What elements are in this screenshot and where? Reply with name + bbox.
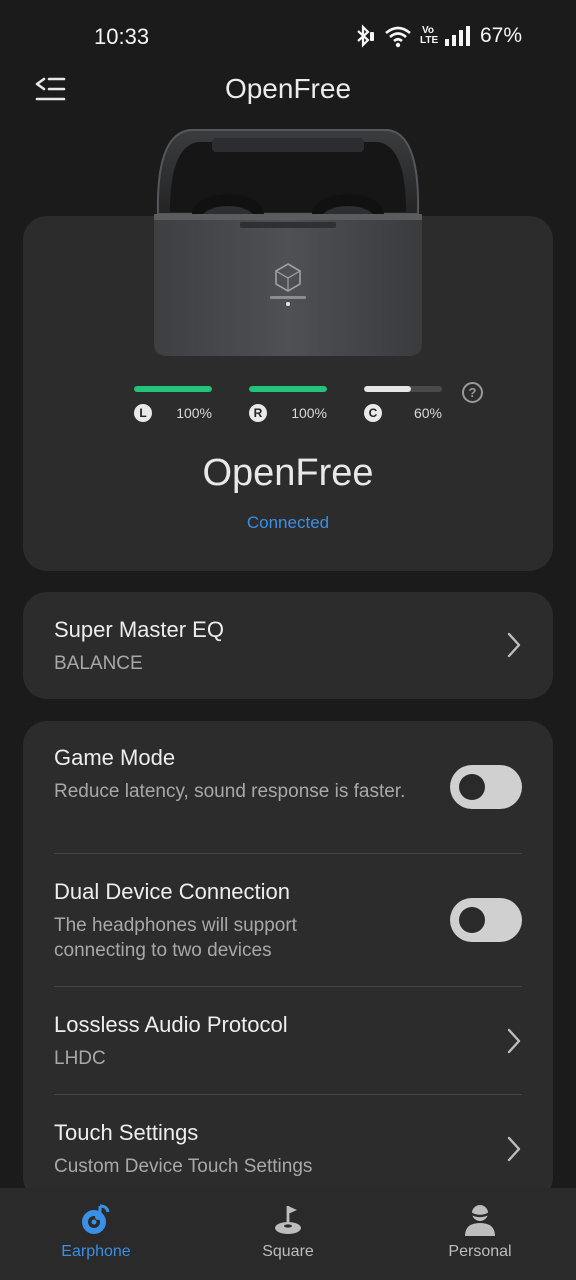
touch-desc: Custom Device Touch Settings <box>54 1156 313 1177</box>
right-earbud-badge: R <box>249 404 267 422</box>
nav-square-label: Square <box>262 1243 314 1260</box>
battery-left: L 100% <box>134 386 212 422</box>
device-name: OpenFree <box>202 452 374 494</box>
touch-settings-row[interactable]: Touch Settings Custom Device Touch Setti… <box>54 1120 522 1179</box>
wifi-icon <box>385 26 411 48</box>
battery-right-fill <box>249 386 327 392</box>
dual-device-toggle[interactable] <box>450 898 522 942</box>
left-earbud-badge: L <box>134 404 152 422</box>
nav-earphone[interactable]: Earphone <box>0 1188 192 1280</box>
square-icon <box>275 1206 301 1234</box>
nav-personal-label: Personal <box>448 1243 512 1260</box>
eq-value: BALANCE <box>54 653 143 674</box>
game-mode-title: Game Mode <box>54 745 176 770</box>
chevron-right-icon <box>507 1028 521 1054</box>
case-badge: C <box>364 404 382 422</box>
chevron-right-icon <box>507 1136 521 1162</box>
battery-case-fill <box>364 386 411 392</box>
lossless-audio-row[interactable]: Lossless Audio Protocol LHDC <box>54 1012 522 1071</box>
settings-card: Game Mode Reduce latency, sound response… <box>23 721 553 1201</box>
divider <box>54 986 522 987</box>
nav-square[interactable]: Square <box>192 1188 384 1280</box>
battery-right: R 100% <box>249 386 327 422</box>
nav-personal[interactable]: Personal <box>384 1188 576 1280</box>
personal-icon <box>465 1205 495 1236</box>
lossless-title: Lossless Audio Protocol <box>54 1012 288 1037</box>
dual-device-row: Dual Device Connection The headphones wi… <box>54 879 522 963</box>
signal-icon <box>444 26 470 46</box>
volte-badge: Vo LTE <box>419 25 439 46</box>
battery-left-fill <box>134 386 212 392</box>
eq-card[interactable]: Super Master EQ BALANCE <box>23 592 553 699</box>
battery-indicators: L 100% R 100% C 60% <box>134 386 494 426</box>
dual-device-title: Dual Device Connection <box>54 879 291 904</box>
battery-percent: 67% <box>479 24 522 47</box>
earbuds-case-image <box>150 126 426 360</box>
earphone-icon <box>82 1204 110 1234</box>
status-time: 10:33 <box>94 24 150 49</box>
battery-case: C 60% <box>364 386 442 422</box>
app-header: OpenFree <box>0 60 576 120</box>
touch-title: Touch Settings <box>54 1120 199 1145</box>
game-mode-toggle[interactable] <box>450 765 522 809</box>
battery-case-percent: 60% <box>413 405 442 421</box>
chevron-right-icon <box>507 632 521 658</box>
help-icon[interactable]: ? <box>462 382 483 403</box>
battery-right-percent: 100% <box>291 405 327 421</box>
lossless-value: LHDC <box>54 1048 106 1069</box>
dual-device-desc: The headphones will support connecting t… <box>54 915 297 961</box>
divider <box>54 1094 522 1095</box>
game-mode-row: Game Mode Reduce latency, sound response… <box>54 745 522 809</box>
divider <box>54 853 522 854</box>
bottom-nav: Earphone Square Personal <box>0 1188 576 1280</box>
connection-status: Connected <box>246 513 330 532</box>
status-icons: Vo LTE 67% <box>354 22 522 50</box>
eq-title: Super Master EQ <box>54 617 224 642</box>
page-title: OpenFree <box>224 73 352 104</box>
game-mode-desc: Reduce latency, sound response is faster… <box>54 781 406 802</box>
bluetooth-icon <box>357 24 374 48</box>
battery-left-percent: 100% <box>176 405 212 421</box>
nav-earphone-label: Earphone <box>61 1243 131 1260</box>
